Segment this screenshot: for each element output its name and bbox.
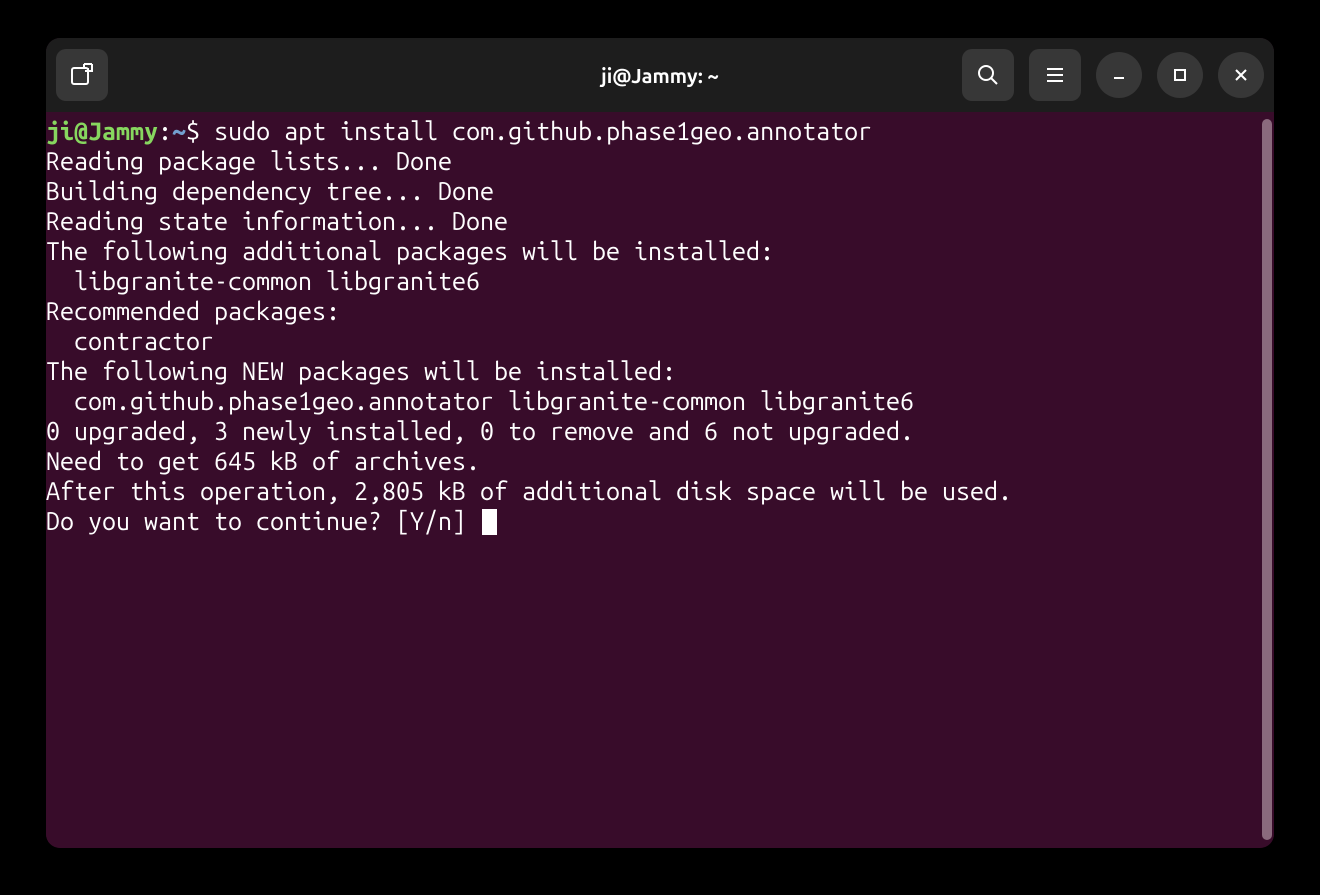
- scrollbar-track[interactable]: [1262, 116, 1274, 848]
- output-line: libgranite-common libgranite6: [46, 267, 480, 295]
- scrollbar-thumb[interactable]: [1262, 119, 1272, 840]
- maximize-button[interactable]: [1157, 52, 1203, 98]
- prompt-path: ~: [172, 117, 186, 145]
- search-icon: [976, 63, 1000, 87]
- terminal-body[interactable]: ji@Jammy:~$ sudo apt install com.github.…: [46, 112, 1274, 848]
- output-line: 0 upgraded, 3 newly installed, 0 to remo…: [46, 417, 914, 445]
- terminal-window: ji@Jammy: ~: [46, 38, 1274, 848]
- output-line: Need to get 645 kB of archives.: [46, 447, 480, 475]
- maximize-icon: [1171, 66, 1189, 84]
- prompt-user: ji@Jammy: [46, 117, 158, 145]
- window-title: ji@Jammy: ~: [601, 64, 719, 87]
- menu-button[interactable]: [1029, 49, 1081, 101]
- new-tab-button[interactable]: [56, 49, 108, 101]
- output-line: contractor: [46, 327, 214, 355]
- output-line: The following NEW packages will be insta…: [46, 357, 676, 385]
- output-line: After this operation, 2,805 kB of additi…: [46, 477, 1012, 505]
- minimize-icon: [1110, 66, 1128, 84]
- hamburger-icon: [1044, 64, 1066, 86]
- prompt-symbol: $: [186, 117, 200, 145]
- titlebar-left: [56, 49, 108, 101]
- output-line: com.github.phase1geo.annotator libgranit…: [46, 387, 914, 415]
- output-line: Building dependency tree... Done: [46, 177, 494, 205]
- output-line: Reading package lists... Done: [46, 147, 452, 175]
- terminal-content[interactable]: ji@Jammy:~$ sudo apt install com.github.…: [46, 116, 1262, 848]
- close-icon: [1232, 66, 1250, 84]
- close-button[interactable]: [1218, 52, 1264, 98]
- output-line: Recommended packages:: [46, 297, 340, 325]
- new-tab-icon: [69, 62, 95, 88]
- titlebar: ji@Jammy: ~: [46, 38, 1274, 112]
- search-button[interactable]: [962, 49, 1014, 101]
- minimize-button[interactable]: [1096, 52, 1142, 98]
- command-text: sudo apt install com.github.phase1geo.an…: [214, 117, 872, 145]
- cursor: [482, 509, 497, 535]
- titlebar-right: [962, 49, 1264, 101]
- output-line: Reading state information... Done: [46, 207, 508, 235]
- output-prompt: Do you want to continue? [Y/n]: [46, 507, 480, 535]
- output-line: The following additional packages will b…: [46, 237, 774, 265]
- prompt-separator: :: [158, 117, 172, 145]
